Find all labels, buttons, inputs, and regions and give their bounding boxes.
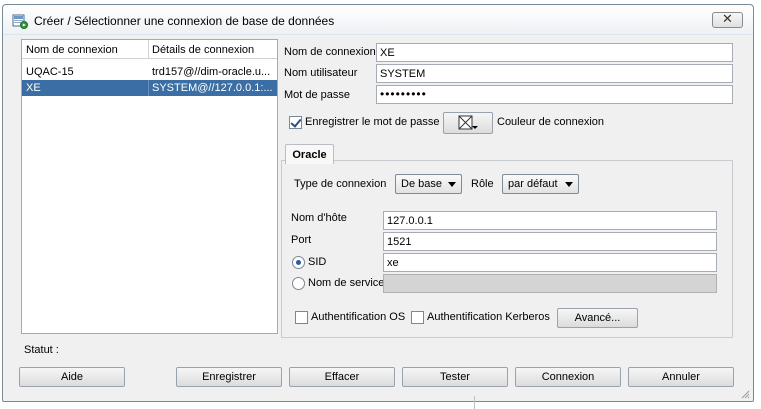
row-connection-details: SYSTEM@//127.0.0.1:... bbox=[152, 82, 273, 94]
list-header: Nom de connexion Détails de connexion bbox=[22, 40, 277, 59]
row-connection-details: trd157@//dim-oracle.u... bbox=[152, 66, 271, 78]
resize-grip-icon[interactable] bbox=[740, 389, 750, 399]
connection-type-value: De base bbox=[401, 178, 442, 190]
help-button[interactable]: Aide bbox=[19, 367, 125, 387]
kerberos-authentication-checkbox[interactable] bbox=[411, 311, 424, 324]
connection-color-button[interactable] bbox=[443, 112, 493, 134]
save-password-checkbox[interactable] bbox=[289, 116, 302, 129]
chevron-down-icon bbox=[565, 182, 573, 187]
os-authentication-label[interactable]: Authentification OS bbox=[311, 311, 405, 323]
title-bar[interactable]: Créer / Sélectionner une connexion de ba… bbox=[3, 5, 753, 35]
service-name-radio[interactable] bbox=[292, 277, 305, 290]
os-authentication-checkbox[interactable] bbox=[295, 311, 308, 324]
role-label: Rôle bbox=[471, 178, 494, 190]
hostname-label: Nom d'hôte bbox=[291, 212, 347, 224]
window-title: Créer / Sélectionner une connexion de ba… bbox=[34, 14, 335, 28]
service-name-label[interactable]: Nom de service bbox=[308, 277, 384, 289]
tab-oracle[interactable]: Oracle bbox=[285, 144, 334, 164]
kerberos-authentication-label[interactable]: Authentification Kerberos bbox=[427, 311, 550, 323]
connection-name-label: Nom de connexion bbox=[284, 46, 376, 58]
color-picker-icon bbox=[458, 115, 478, 130]
password-value: ••••••••• bbox=[380, 87, 427, 101]
save-button[interactable]: Enregistrer bbox=[176, 367, 282, 387]
close-button[interactable]: ✕ bbox=[712, 11, 743, 28]
status-label: Statut : bbox=[24, 344, 59, 356]
password-field[interactable]: ••••••••• bbox=[376, 85, 733, 104]
connection-type-select[interactable]: De base bbox=[395, 174, 462, 194]
advanced-button[interactable]: Avancé... bbox=[557, 308, 638, 328]
cancel-button[interactable]: Annuler bbox=[628, 367, 734, 387]
port-field[interactable]: 1521 bbox=[383, 232, 717, 251]
background-divider bbox=[474, 396, 475, 409]
password-label: Mot de passe bbox=[284, 89, 351, 101]
sid-field[interactable]: xe bbox=[383, 253, 717, 272]
port-label: Port bbox=[291, 234, 312, 246]
column-header-connection-details[interactable]: Détails de connexion bbox=[152, 44, 254, 56]
clear-button[interactable]: Effacer bbox=[289, 367, 395, 387]
service-name-field bbox=[383, 274, 717, 293]
connection-color-label: Couleur de connexion bbox=[497, 116, 605, 128]
username-field[interactable]: SYSTEM bbox=[376, 64, 733, 83]
row-connection-name: UQAC-15 bbox=[26, 66, 74, 78]
chevron-down-icon bbox=[448, 182, 456, 187]
connection-name-field[interactable]: XE bbox=[376, 43, 733, 62]
save-password-label[interactable]: Enregistrer le mot de passe bbox=[305, 116, 440, 128]
list-row-uqac-15[interactable]: UQAC-15 trd157@//dim-oracle.u... bbox=[22, 64, 277, 80]
sid-radio[interactable] bbox=[292, 256, 305, 269]
connection-type-label: Type de connexion bbox=[294, 178, 387, 190]
hostname-field[interactable]: 127.0.0.1 bbox=[383, 211, 717, 230]
database-connection-icon bbox=[12, 14, 28, 29]
row-connection-name: XE bbox=[26, 82, 41, 94]
row-divider bbox=[148, 80, 149, 96]
column-divider[interactable] bbox=[148, 40, 149, 58]
list-row-xe[interactable]: XE SYSTEM@//127.0.0.1:... bbox=[22, 80, 277, 96]
connect-button[interactable]: Connexion bbox=[515, 367, 621, 387]
test-button[interactable]: Tester bbox=[402, 367, 508, 387]
username-label: Nom utilisateur bbox=[284, 67, 358, 79]
role-value: par défaut bbox=[508, 178, 558, 190]
role-select[interactable]: par défaut bbox=[502, 174, 579, 194]
sid-label[interactable]: SID bbox=[308, 256, 326, 268]
close-icon: ✕ bbox=[722, 11, 733, 26]
column-header-connection-name[interactable]: Nom de connexion bbox=[26, 44, 118, 56]
connection-list[interactable]: Nom de connexion Détails de connexion UQ… bbox=[21, 39, 278, 334]
